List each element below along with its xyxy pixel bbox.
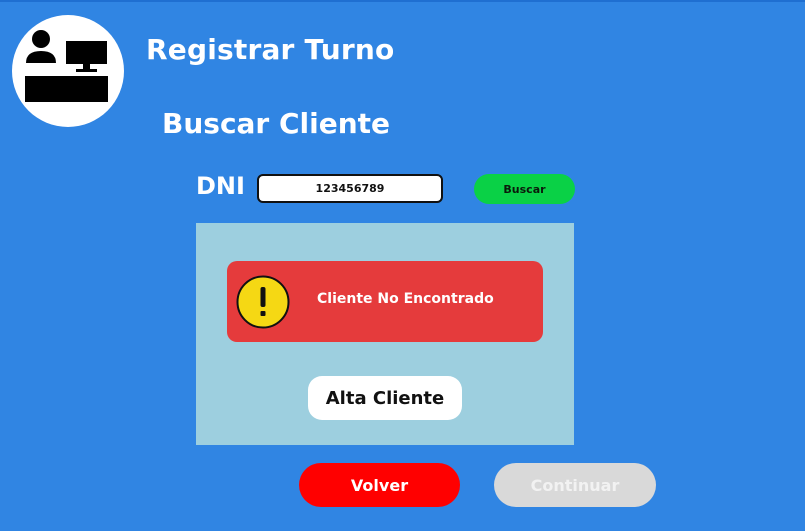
volver-button[interactable]: Volver bbox=[299, 463, 460, 507]
result-panel: Cliente No Encontrado Alta Cliente bbox=[196, 223, 574, 445]
continuar-button[interactable]: Continuar bbox=[494, 463, 656, 507]
dni-label: DNI bbox=[196, 172, 245, 200]
warning-icon bbox=[236, 275, 290, 329]
receptionist-desk-icon bbox=[25, 30, 108, 102]
alta-cliente-button[interactable]: Alta Cliente bbox=[308, 376, 462, 420]
buscar-button[interactable]: Buscar bbox=[474, 174, 575, 204]
alert-message: Cliente No Encontrado bbox=[317, 291, 494, 307]
dni-input[interactable] bbox=[257, 174, 443, 203]
section-title: Buscar Cliente bbox=[162, 107, 391, 140]
app-title: Registrar Turno bbox=[146, 33, 395, 66]
logo bbox=[12, 15, 124, 127]
not-found-alert: Cliente No Encontrado bbox=[227, 261, 543, 342]
top-border bbox=[0, 0, 805, 2]
